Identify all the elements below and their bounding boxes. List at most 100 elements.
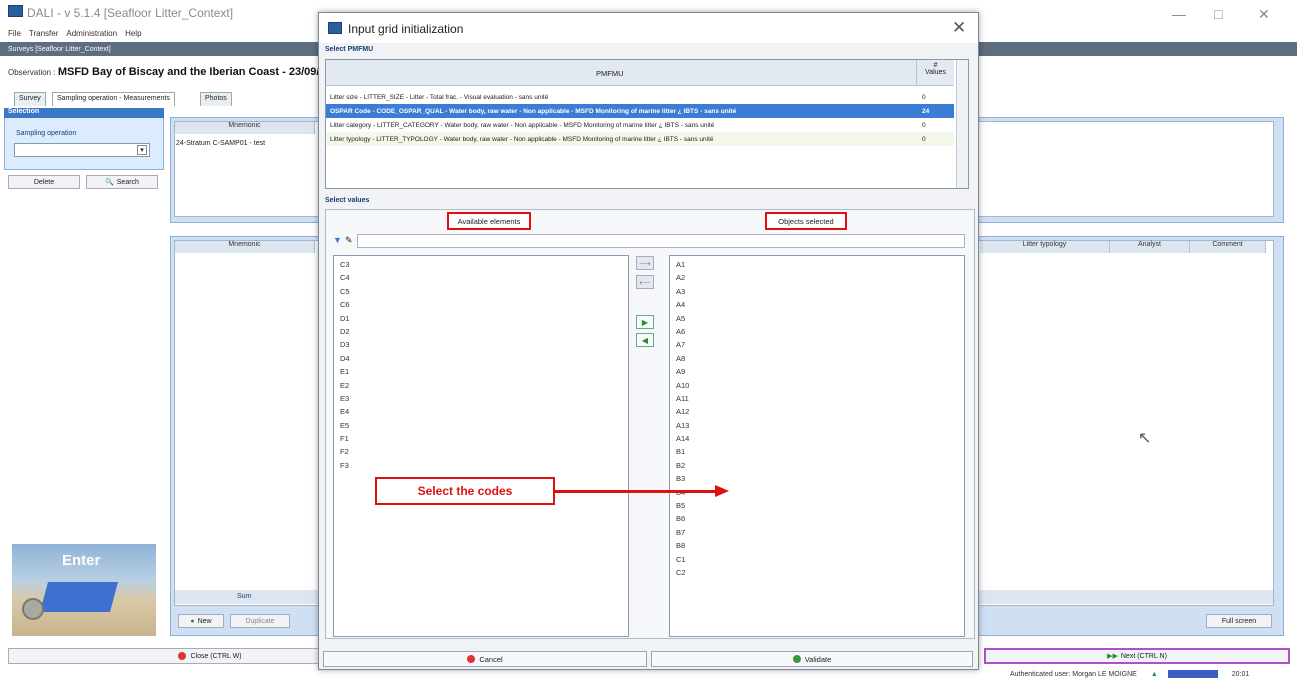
select-values-heading: Select values — [325, 197, 370, 204]
list-item[interactable]: C1 — [676, 553, 958, 566]
filter-icon[interactable]: ▼ — [333, 235, 342, 245]
top-grid-col-mnemonic[interactable]: Mnemonic — [175, 122, 315, 134]
list-item[interactable]: B2 — [676, 459, 958, 472]
tab-survey[interactable]: Survey — [14, 92, 46, 106]
list-item[interactable]: A3 — [676, 285, 958, 298]
pmfmu-row[interactable]: Litter typology - LITTER_TYPOLOGY - Wate… — [326, 132, 954, 146]
observation-label: Observation : — [8, 68, 56, 77]
tab-sampling-operation[interactable]: Sampling operation - Measurements — [52, 92, 175, 106]
list-item[interactable]: A13 — [676, 419, 958, 432]
list-item[interactable]: A6 — [676, 325, 958, 338]
tab-photos[interactable]: Photos — [200, 92, 232, 106]
list-item[interactable]: C4 — [340, 271, 622, 284]
pmfmu-row-label: Litter size - LITTER_SIZE - Litter - Tot… — [330, 93, 549, 101]
pmfmu-scrollbar[interactable] — [956, 60, 968, 188]
list-item[interactable]: E4 — [340, 405, 622, 418]
window-title: DALI - v 5.1.4 [Seafloor Litter_Context] — [27, 6, 234, 20]
list-item[interactable]: B7 — [676, 526, 958, 539]
values-col-label: Values — [925, 69, 946, 76]
bottom-grid-col-analyst[interactable]: Analyst — [1110, 241, 1190, 253]
list-item[interactable]: A9 — [676, 365, 958, 378]
pmfmu-col-header[interactable]: PMFMU — [596, 69, 624, 78]
list-item[interactable]: A1 — [676, 258, 958, 271]
duplicate-button[interactable]: Duplicate — [230, 614, 290, 628]
list-item[interactable]: D1 — [340, 312, 622, 325]
next-label: Next (CTRL N) — [1120, 652, 1167, 660]
list-item[interactable]: B5 — [676, 499, 958, 512]
available-elements-label: Available elements — [447, 212, 531, 230]
mouse-cursor-icon: ↖ — [1138, 430, 1152, 447]
list-item[interactable]: F3 — [340, 459, 622, 472]
validate-button[interactable]: Validate — [651, 651, 973, 667]
menu-administration[interactable]: Administration — [66, 29, 117, 38]
list-item[interactable]: E1 — [340, 365, 622, 378]
search-button[interactable]: 🔍 Search — [86, 175, 158, 189]
new-label: New — [197, 617, 212, 625]
pmfmu-row[interactable]: Litter size - LITTER_SIZE - Litter - Tot… — [326, 90, 954, 104]
bottom-grid-col-mnemonic[interactable]: Mnemonic — [175, 241, 315, 253]
move-all-left-button[interactable]: ◀ — [636, 333, 654, 347]
filter-input[interactable] — [357, 234, 965, 248]
container-shape — [39, 582, 119, 612]
next-button[interactable]: ▶▶ Next (CTRL N) — [984, 648, 1290, 664]
edit-filter-icon[interactable]: ✎ — [345, 235, 353, 246]
list-item[interactable]: A12 — [676, 405, 958, 418]
move-all-right-button[interactable]: ▶ — [636, 315, 654, 329]
pmfmu-row-count: 0 — [922, 121, 926, 129]
full-screen-button[interactable]: Full screen — [1206, 614, 1272, 628]
sampling-operation-select[interactable]: ▾ — [14, 143, 150, 157]
list-item[interactable]: A5 — [676, 312, 958, 325]
values-col-hash: # — [933, 62, 938, 69]
list-item[interactable]: B3 — [676, 472, 958, 485]
list-item[interactable]: D3 — [340, 338, 622, 351]
bottom-grid-col-comment[interactable]: Comment — [1190, 241, 1266, 253]
close-window-icon[interactable]: ✕ — [1258, 6, 1270, 23]
pmfmu-row[interactable]: Litter category - LITTER_CATEGORY - Wate… — [326, 118, 954, 132]
list-item[interactable]: B8 — [676, 539, 958, 552]
dialog-close-icon[interactable]: ✕ — [952, 18, 966, 38]
menu-help[interactable]: Help — [125, 29, 141, 38]
list-item[interactable]: C2 — [676, 566, 958, 579]
list-item[interactable]: A2 — [676, 271, 958, 284]
cancel-button[interactable]: Cancel — [323, 651, 647, 667]
list-item[interactable]: C3 — [340, 258, 622, 271]
list-item[interactable]: A7 — [676, 338, 958, 351]
list-item[interactable]: A10 — [676, 379, 958, 392]
full-screen-label: Full screen — [1221, 617, 1257, 625]
pmfmu-row-selected[interactable]: OSPAR Code - CODE_OSPAR_QUAL - Water bod… — [326, 104, 954, 118]
list-item[interactable]: A11 — [676, 392, 958, 405]
status-bar: Authenticated user: Morgan LE MOIGNE ▲ 2… — [1010, 670, 1249, 678]
list-item[interactable]: D2 — [340, 325, 622, 338]
dialog-app-icon — [328, 22, 342, 34]
list-item[interactable]: C6 — [340, 298, 622, 311]
bottom-grid-col-litter-typology[interactable]: Litter typology — [980, 241, 1110, 253]
list-item[interactable]: D4 — [340, 352, 622, 365]
observation-line: Observation : MSFD Bay of Biscay and the… — [8, 66, 326, 78]
list-item[interactable]: A8 — [676, 352, 958, 365]
list-item[interactable]: E3 — [340, 392, 622, 405]
tutorial-thumbnail[interactable]: Enter — [12, 544, 156, 636]
list-item[interactable]: B6 — [676, 512, 958, 525]
move-left-button[interactable]: ⟵ — [636, 275, 654, 289]
chevron-down-icon[interactable]: ▾ — [137, 145, 147, 155]
selection-header: Selection — [4, 108, 164, 118]
values-col-header[interactable]: # Values — [916, 60, 954, 85]
top-grid-row[interactable]: 24-Stratum C-SAMP01 - test — [176, 140, 265, 147]
list-item[interactable]: A4 — [676, 298, 958, 311]
list-item[interactable]: F1 — [340, 432, 622, 445]
callout-arrow-line — [555, 490, 719, 493]
menu-file[interactable]: File — [8, 29, 21, 38]
available-elements-list: C3 C4 C5 C6 D1 D2 D3 D4 E1 E2 E3 E4 E5 F1 F2 F3 — [333, 255, 629, 637]
list-item[interactable]: A14 — [676, 432, 958, 445]
delete-button[interactable]: Delete — [8, 175, 80, 189]
list-item[interactable]: F2 — [340, 445, 622, 458]
maximize-icon[interactable]: □ — [1214, 6, 1222, 22]
move-right-button[interactable]: ⟶ — [636, 256, 654, 270]
list-item[interactable]: C5 — [340, 285, 622, 298]
list-item[interactable]: E2 — [340, 379, 622, 392]
list-item[interactable]: E5 — [340, 419, 622, 432]
minimize-icon[interactable]: — — [1172, 6, 1186, 22]
menu-transfer[interactable]: Transfer — [29, 29, 59, 38]
new-button[interactable]: ● New — [178, 614, 224, 628]
list-item[interactable]: B1 — [676, 445, 958, 458]
